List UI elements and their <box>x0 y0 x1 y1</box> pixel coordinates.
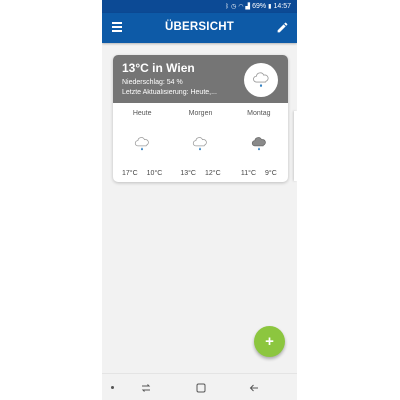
cloud-rain-icon <box>253 72 269 87</box>
day-name: Morgen <box>188 110 213 117</box>
recent-apps-icon[interactable] <box>140 382 152 394</box>
low-temp: 12°C <box>204 170 221 177</box>
status-time: 14:57 <box>273 3 291 10</box>
city-temperature: 13°C in Wien <box>122 61 195 75</box>
precipitation-text: Niederschlag: 54 % <box>122 79 183 86</box>
nav-dot-icon[interactable] <box>111 386 114 389</box>
day-temperatures: 13°C 12°C <box>171 170 229 177</box>
add-location-button[interactable]: + <box>254 326 285 357</box>
day-temperatures: 17°C 10°C <box>113 170 171 177</box>
cloud-rain-icon <box>135 137 149 151</box>
back-icon[interactable] <box>248 382 260 394</box>
weather-card[interactable]: 13°C in Wien Niederschlag: 54 % Letzte A… <box>113 55 288 182</box>
battery-percent: 69% <box>252 3 267 10</box>
day-temperatures: 11°C 9°C <box>230 170 288 177</box>
forecast-day: Montag 11°C 9°C <box>230 103 288 182</box>
high-temp: 17°C <box>122 170 138 177</box>
current-weather-badge <box>244 63 278 97</box>
app-toolbar: ÜBERSICHT <box>102 13 297 43</box>
dark-cloud-rain-icon <box>251 137 266 151</box>
status-bar: ᛒ ◷ ◠ ▟ 69% ▮ 14:57 <box>102 0 297 13</box>
card-header: 13°C in Wien Niederschlag: 54 % Letzte A… <box>113 55 288 103</box>
forecast-row: Heute 17°C 10°C Morgen 13°C 12°C Montag … <box>113 103 288 182</box>
bluetooth-icon: ᛒ <box>225 3 230 10</box>
forecast-day: Heute 17°C 10°C <box>113 103 171 182</box>
forecast-day: Morgen 13°C 12°C <box>171 103 229 182</box>
next-card-peek[interactable] <box>294 111 297 181</box>
day-name: Montag <box>247 110 271 117</box>
wifi-icon: ◠ <box>238 3 244 10</box>
day-name: Heute <box>132 110 152 117</box>
high-temp: 13°C <box>180 170 196 177</box>
alarm-icon: ◷ <box>231 3 237 10</box>
pencil-icon[interactable] <box>276 21 289 34</box>
low-temp: 10°C <box>146 170 163 177</box>
signal-icon: ▟ <box>245 3 251 10</box>
plus-icon: + <box>265 333 274 350</box>
home-icon[interactable] <box>195 382 207 394</box>
navigation-bar <box>102 373 297 400</box>
low-temp: 9°C <box>265 170 277 177</box>
last-updated-text: Letzte Aktualisierung: Heute,... <box>122 89 217 96</box>
page-title: ÜBERSICHT <box>165 21 234 33</box>
high-temp: 11°C <box>240 170 256 177</box>
app-screen: ᛒ ◷ ◠ ▟ 69% ▮ 14:57 ÜBERSICHT 13°C in Wi… <box>102 0 297 400</box>
cloud-rain-icon <box>193 137 208 151</box>
battery-icon: ▮ <box>268 3 272 10</box>
